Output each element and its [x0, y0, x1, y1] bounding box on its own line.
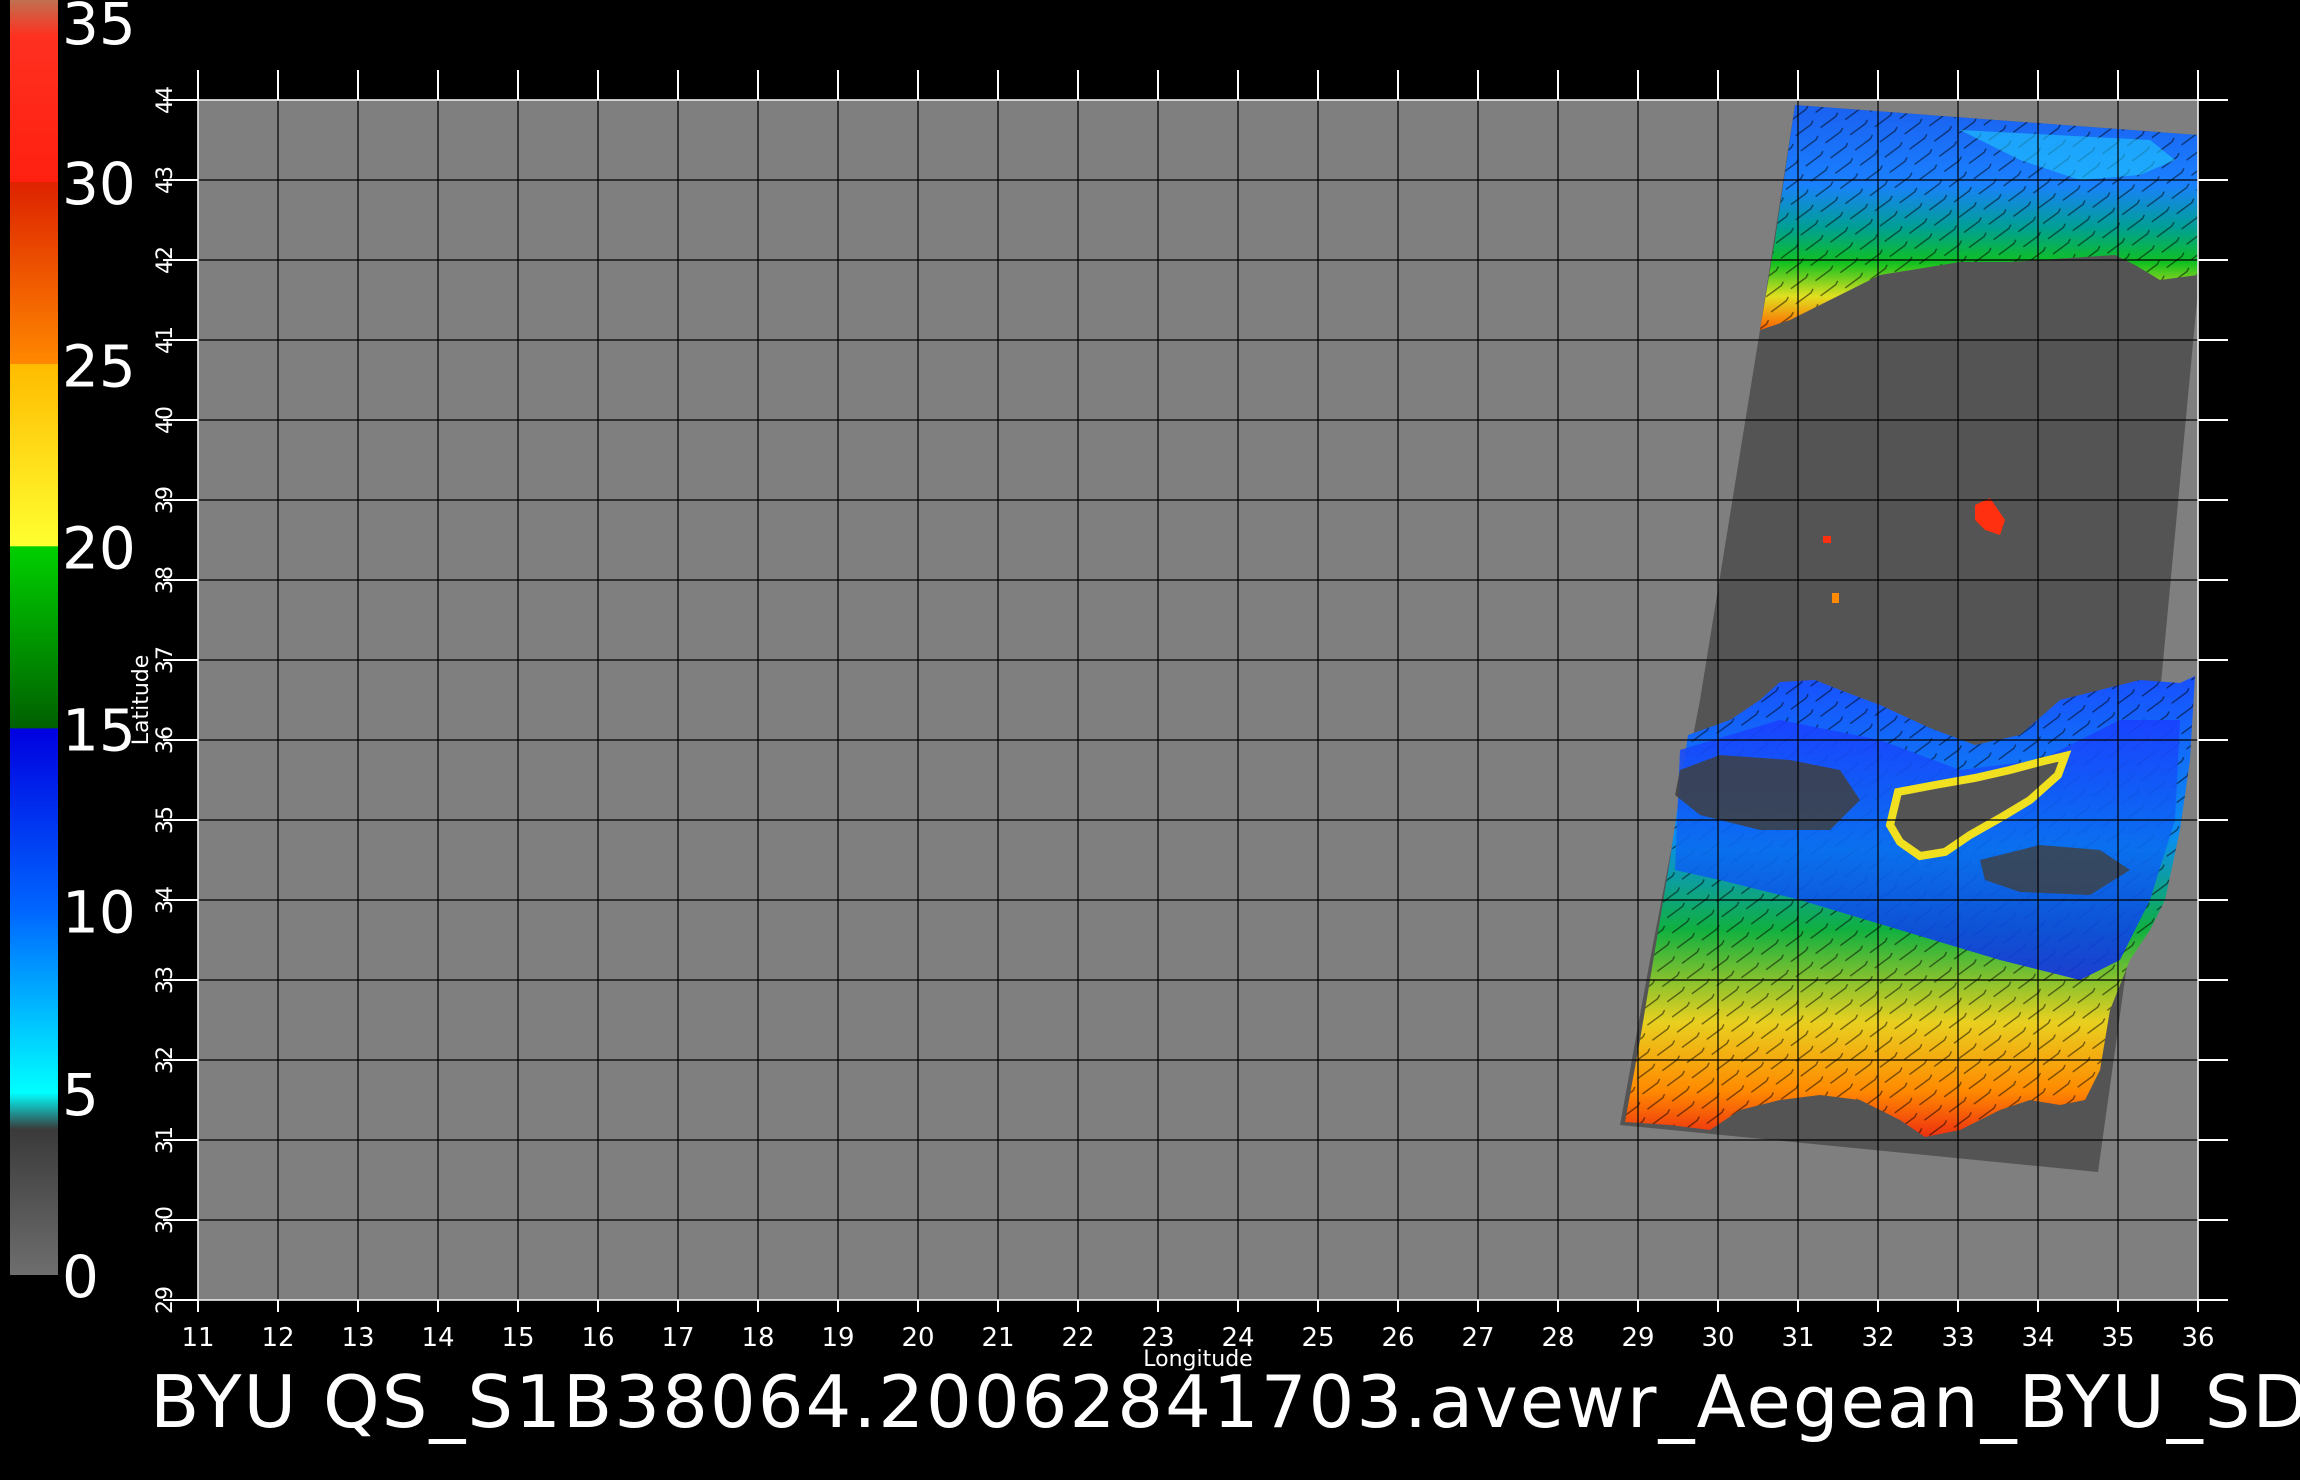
colorbar [10, 0, 58, 1275]
y-tick-label: 44 [153, 86, 178, 114]
y-tick-label: 39 [153, 486, 178, 514]
x-tick-label: 17 [661, 1323, 694, 1353]
colorbar-label: 5 [62, 1061, 99, 1129]
x-tick-label: 27 [1461, 1323, 1494, 1353]
x-tick-label: 21 [981, 1323, 1014, 1353]
x-tick-label: 35 [2101, 1323, 2134, 1353]
y-tick-label: 34 [153, 886, 178, 914]
x-tick-label: 33 [1941, 1323, 1974, 1353]
y-tick-label: 40 [153, 406, 178, 434]
lake-hotspot-west [1823, 536, 1831, 543]
y-tick-label: 31 [153, 1126, 178, 1154]
colorbar-label: 0 [62, 1243, 99, 1311]
x-tick-label: 36 [2181, 1323, 2214, 1353]
y-axis-label: Latitude [129, 655, 154, 746]
y-tick-label: 41 [153, 326, 178, 354]
y-tick-label: 29 [153, 1286, 178, 1314]
colorbar-label: 15 [62, 697, 136, 765]
colorbar-labels: 0 5 10 15 20 25 30 35 [62, 0, 136, 1311]
product-title: BYU QS_S1B38064.20062841703.avewr_Aegean… [150, 1360, 2300, 1444]
y-tick-label: 33 [153, 966, 178, 994]
x-tick-label: 31 [1781, 1323, 1814, 1353]
x-tick-label: 22 [1061, 1323, 1094, 1353]
wind-speed-map: 0 5 10 15 20 25 30 35 11 12 13 14 15 16 17 18 19 20 21 22 2… [10, 0, 2228, 1372]
lake-hotspot-small [1832, 593, 1839, 603]
colorbar-label: 30 [62, 150, 136, 218]
x-tick-label: 32 [1861, 1323, 1894, 1353]
x-tick-label: 12 [261, 1323, 294, 1353]
x-tick-label: 20 [901, 1323, 934, 1353]
y-tick-label: 30 [153, 1206, 178, 1234]
x-tick-label: 30 [1701, 1323, 1734, 1353]
colorbar-label: 20 [62, 514, 136, 582]
y-tick-label: 36 [153, 726, 178, 754]
x-tick-label: 18 [741, 1323, 774, 1353]
x-tick-label: 16 [581, 1323, 614, 1353]
x-tick-label: 25 [1301, 1323, 1334, 1353]
x-tick-label: 19 [821, 1323, 854, 1353]
x-tick-label: 34 [2021, 1323, 2054, 1353]
colorbar-label: 10 [62, 879, 136, 947]
y-tick-label: 32 [153, 1046, 178, 1074]
x-tick-label: 13 [341, 1323, 374, 1353]
x-tick-label: 11 [181, 1323, 214, 1353]
y-tick-label: 37 [153, 646, 178, 674]
x-tick-label: 15 [501, 1323, 534, 1353]
x-tick-label: 28 [1541, 1323, 1574, 1353]
x-tick-label: 26 [1381, 1323, 1414, 1353]
colorbar-label: 25 [62, 332, 136, 400]
x-tick-label: 14 [421, 1323, 454, 1353]
colorbar-label: 35 [62, 0, 136, 58]
y-tick-label: 35 [153, 806, 178, 834]
y-tick-label: 43 [153, 166, 178, 194]
y-tick-label: 42 [153, 246, 178, 274]
y-tick-label: 38 [153, 566, 178, 594]
x-tick-label: 29 [1621, 1323, 1654, 1353]
